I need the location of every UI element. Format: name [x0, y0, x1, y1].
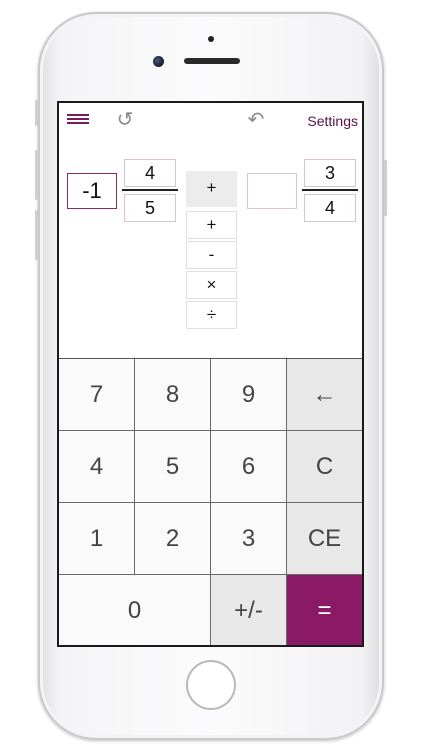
proximity-sensor	[208, 36, 214, 42]
left-denominator-field[interactable]: 5	[124, 194, 176, 222]
equals-key[interactable]: =	[287, 575, 362, 645]
power-button	[384, 160, 387, 216]
front-camera-icon	[153, 56, 164, 67]
key-1[interactable]: 1	[59, 503, 135, 575]
operator-selector[interactable]: +	[186, 171, 237, 207]
key-4[interactable]: 4	[59, 431, 135, 503]
right-whole-field[interactable]	[247, 173, 297, 209]
volume-up-button	[35, 150, 38, 200]
key-2[interactable]: 2	[135, 503, 211, 575]
mute-switch	[35, 100, 38, 126]
hamburger-menu-icon[interactable]	[67, 114, 89, 124]
key-0[interactable]: 0	[59, 575, 211, 645]
operator-dropdown-list: + - × ÷	[186, 211, 237, 331]
right-numerator-field[interactable]: 3	[304, 159, 356, 187]
operator-option-minus[interactable]: -	[186, 241, 237, 269]
left-fraction-bar	[122, 189, 178, 191]
undo-icon[interactable]: ↶	[245, 109, 267, 131]
settings-button[interactable]: Settings	[307, 113, 358, 129]
key-8[interactable]: 8	[135, 359, 211, 431]
key-5[interactable]: 5	[135, 431, 211, 503]
sign-toggle-key[interactable]: +/-	[211, 575, 287, 645]
right-fraction-bar	[302, 189, 358, 191]
left-numerator-field[interactable]: 4	[124, 159, 176, 187]
key-9[interactable]: 9	[211, 359, 287, 431]
operator-option-plus[interactable]: +	[186, 211, 237, 239]
keypad: 7 8 9 ← 4 5 6 C 1 2 3 CE 0 +/- =	[59, 358, 362, 645]
clear-key[interactable]: C	[287, 431, 362, 503]
key-7[interactable]: 7	[59, 359, 135, 431]
home-button[interactable]	[186, 660, 236, 710]
earpiece-speaker	[184, 58, 240, 64]
key-6[interactable]: 6	[211, 431, 287, 503]
refresh-icon[interactable]: ↺	[114, 109, 136, 131]
clear-entry-key[interactable]: CE	[287, 503, 362, 575]
operator-option-divide[interactable]: ÷	[186, 301, 237, 329]
volume-down-button	[35, 210, 38, 260]
left-whole-field[interactable]: -1	[67, 173, 117, 209]
operator-option-multiply[interactable]: ×	[186, 271, 237, 299]
app-screen: ↺ ↶ Settings -1 4 5 + + - × ÷ 3 4 7 8 9 …	[57, 101, 364, 647]
key-3[interactable]: 3	[211, 503, 287, 575]
right-denominator-field[interactable]: 4	[304, 194, 356, 222]
backspace-key[interactable]: ←	[287, 359, 362, 431]
